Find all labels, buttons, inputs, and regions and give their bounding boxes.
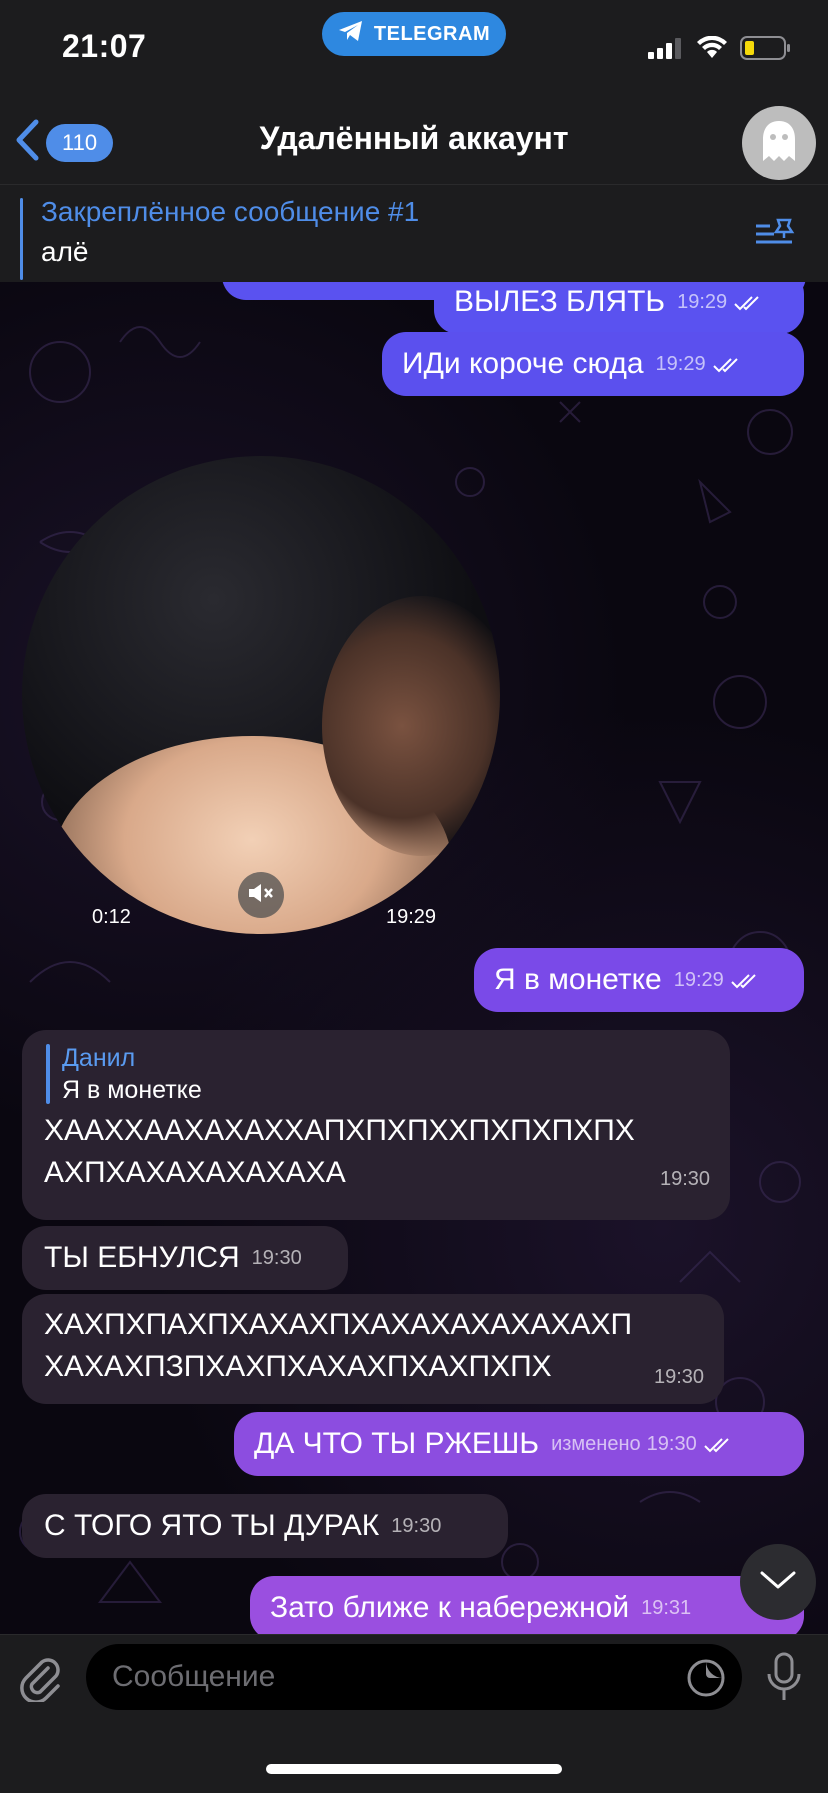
video-message[interactable] (22, 456, 500, 934)
avatar[interactable] (742, 106, 816, 180)
message-edited-label: изменено (551, 1432, 641, 1455)
double-check-icon (733, 285, 763, 319)
microphone-icon (764, 1652, 804, 1706)
sticker-icon (686, 1659, 726, 1702)
attach-button[interactable] (18, 1656, 64, 1707)
message-text: Я в монетке (494, 963, 662, 996)
video-mute-button[interactable] (238, 872, 284, 918)
status-time: 21:07 (62, 28, 147, 64)
message-text: ВЫЛЕЗ БЛЯТЬ (454, 285, 666, 318)
message-bubble-outgoing[interactable]: Зато ближе к набережной 19:31 (250, 1576, 804, 1634)
reply-author: Данил (62, 1044, 136, 1072)
home-indicator[interactable] (266, 1764, 562, 1774)
message-text: ХАХАХПЗПХАХПХАХАХПХАХПХПХ (44, 1350, 552, 1383)
message-text: АХПХАХАХАХАХАХА (44, 1156, 346, 1189)
signal-icon (648, 37, 684, 64)
message-text: Зато ближе к набережной (270, 1591, 630, 1624)
message-text: ХААХХААХАХАХХАПХПХПХХПХПХПХПХ (44, 1114, 635, 1147)
message-time: 19:29 (673, 968, 724, 991)
message-text: ДА ЧТО ТЫ РЖЕШЬ (254, 1427, 540, 1460)
chat-area[interactable]: ВЫЛЕЗ БЛЯТЬ 19:29 ИДи короче сюда 19:29 … (0, 282, 828, 1634)
message-text: ХАХПХПАХПХАХАХПХАХАХАХАХАХАХП (44, 1308, 633, 1341)
message-time: 19:29 (677, 290, 728, 313)
speaker-muted-icon (247, 882, 275, 909)
paperclip-icon (18, 1658, 64, 1706)
message-text: ТЫ ЕБНУЛСЯ (44, 1241, 240, 1274)
telegram-pill-label: TELEGRAM (373, 22, 491, 45)
message-time: 19:30 (660, 1168, 711, 1190)
voice-message-button[interactable] (764, 1652, 804, 1707)
pinned-indicator (20, 198, 23, 280)
message-bubble-outgoing[interactable]: ДА ЧТО ТЫ РЖЕШЬ изменено 19:30 (234, 1412, 804, 1476)
message-bubble-incoming[interactable]: С ТОГО ЯТО ТЫ ДУРАК 19:30 (22, 1494, 508, 1558)
ghost-icon (760, 119, 798, 168)
message-time: 19:30 (251, 1246, 302, 1269)
chat-title[interactable]: Удалённый аккаунт (0, 120, 828, 157)
reply-indicator (46, 1044, 50, 1104)
message-bubble-incoming[interactable]: ХАХПХПАХПХАХАХПХАХАХАХАХАХАХП ХАХАХПЗПХА… (22, 1294, 724, 1404)
message-time: 19:29 (655, 352, 706, 375)
message-text: ИДи короче сюда (402, 347, 644, 380)
message-bubble-incoming[interactable]: Данил Я в монетке ХААХХААХАХАХХАПХПХПХХП… (22, 1030, 730, 1220)
message-input[interactable] (86, 1644, 742, 1710)
message-time: 19:30 (391, 1514, 442, 1537)
battery-icon (740, 36, 792, 65)
double-check-icon (703, 1427, 733, 1461)
video-time: 19:29 (386, 906, 437, 928)
reply-text: Я в монетке (62, 1076, 202, 1104)
message-bubble-outgoing[interactable]: ВЫЛЕЗ БЛЯТЬ 19:29 (434, 282, 804, 334)
telegram-plane-icon (338, 20, 364, 48)
pinned-list-icon[interactable] (754, 216, 798, 257)
message-text: С ТОГО ЯТО ТЫ ДУРАК (44, 1509, 380, 1542)
pinned-text: алё (41, 236, 89, 267)
message-time: 19:31 (641, 1596, 692, 1619)
message-time: 19:30 (646, 1432, 697, 1455)
message-bubble-outgoing[interactable]: Я в монетке 19:29 (474, 948, 804, 1012)
scroll-to-bottom-button[interactable] (740, 1544, 816, 1620)
message-bubble-incoming[interactable]: ТЫ ЕБНУЛСЯ 19:30 (22, 1226, 348, 1290)
video-duration: 0:12 (92, 906, 131, 928)
message-time: 19:30 (654, 1366, 705, 1388)
telegram-pill[interactable]: TELEGRAM (322, 12, 506, 56)
double-check-icon (712, 347, 742, 381)
double-check-icon (730, 963, 760, 997)
sticker-button[interactable] (686, 1658, 726, 1703)
chevron-down-icon (760, 1570, 796, 1595)
status-icons (648, 35, 792, 65)
message-bubble-outgoing[interactable]: ИДи короче сюда 19:29 (382, 332, 804, 396)
wifi-icon (696, 35, 728, 65)
pinned-title: Закреплённое сообщение #1 (41, 196, 420, 227)
